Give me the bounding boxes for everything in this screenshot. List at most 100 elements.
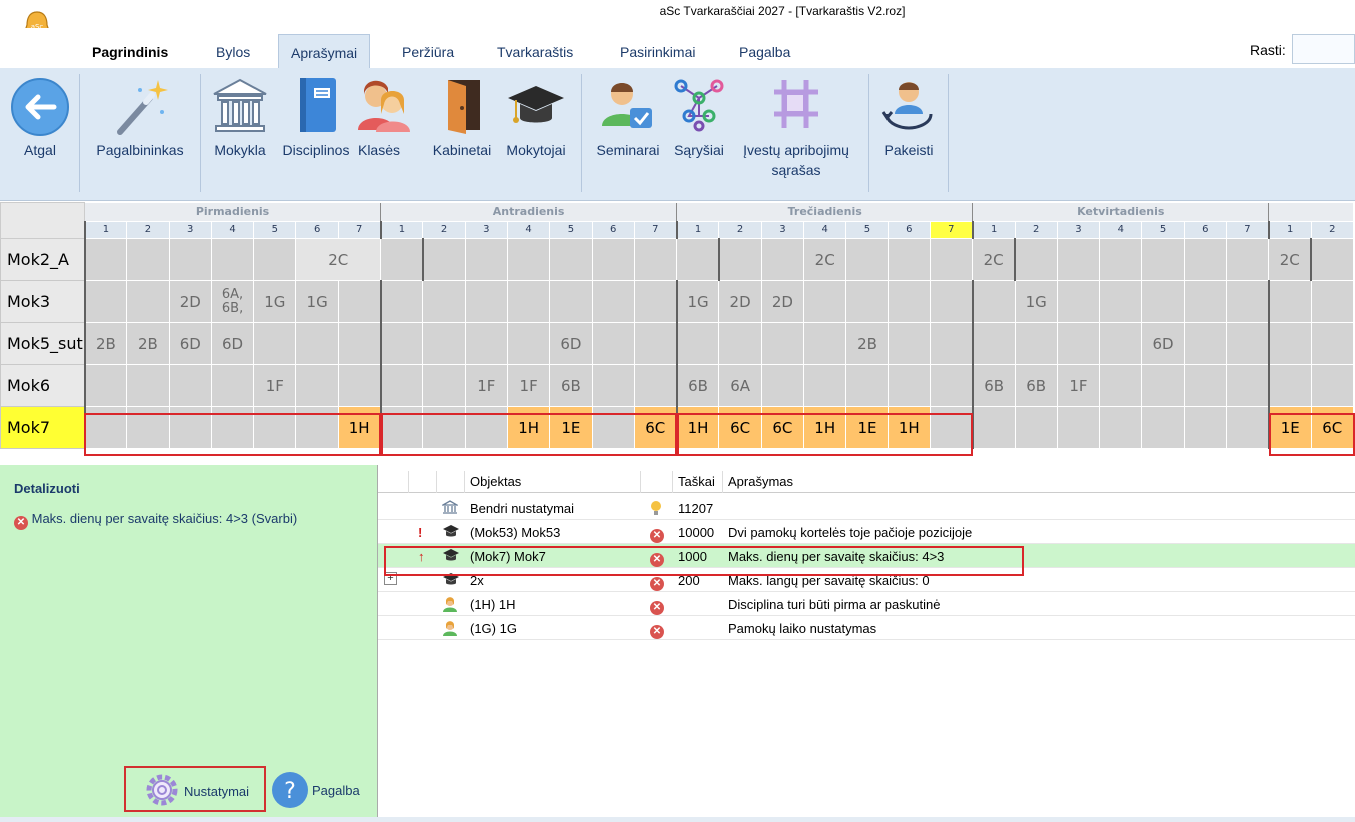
list-item[interactable]: +2x ✕ 200 Maks. langų per savaitę skaičius:… — [378, 568, 1355, 592]
tab-perziura[interactable]: Peržiūra — [402, 44, 454, 60]
empty-slot[interactable] — [1099, 322, 1143, 365]
empty-slot[interactable] — [1267, 322, 1312, 365]
empty-slot[interactable] — [337, 280, 382, 323]
tab-pasirinkimai[interactable]: Pasirinkimai — [620, 44, 695, 60]
expand-toggle[interactable]: + — [384, 572, 397, 585]
empty-slot[interactable] — [845, 238, 889, 281]
list-item[interactable]: Bendri nustatymai 11207 — [378, 496, 1355, 520]
empty-slot[interactable] — [1310, 322, 1354, 365]
empty-slot[interactable] — [126, 238, 170, 281]
header-object[interactable]: Objektas — [470, 474, 521, 489]
lesson-card[interactable]: 2C — [295, 238, 382, 281]
constraints-list-button[interactable]: Įvestų apribojimų sąrašas — [732, 72, 860, 180]
empty-slot[interactable] — [1226, 322, 1270, 365]
lesson-card[interactable]: 1E — [549, 406, 593, 449]
search-input[interactable] — [1292, 34, 1355, 64]
lesson-card[interactable]: 2B — [845, 322, 889, 365]
empty-slot[interactable] — [675, 322, 720, 365]
empty-slot[interactable] — [1099, 280, 1143, 323]
period-header[interactable]: 2 — [718, 220, 762, 239]
relations-button[interactable]: Sąryšiai — [668, 72, 730, 160]
empty-slot[interactable] — [421, 238, 466, 281]
period-header[interactable]: 5 — [253, 220, 297, 239]
empty-slot[interactable] — [1226, 364, 1270, 407]
period-header[interactable]: 5 — [1141, 220, 1185, 239]
empty-slot[interactable] — [929, 406, 974, 449]
empty-slot[interactable] — [803, 364, 847, 407]
empty-slot[interactable] — [549, 280, 593, 323]
empty-slot[interactable] — [633, 364, 678, 407]
empty-slot[interactable] — [1014, 322, 1058, 365]
empty-slot[interactable] — [1141, 238, 1185, 281]
lesson-card[interactable]: 6C — [633, 406, 678, 449]
period-header[interactable]: 7 — [929, 220, 974, 239]
empty-slot[interactable] — [929, 322, 974, 365]
tab-bylos[interactable]: Bylos — [216, 44, 250, 60]
empty-slot[interactable] — [210, 238, 255, 281]
empty-slot[interactable] — [676, 238, 720, 281]
empty-slot[interactable] — [506, 322, 551, 365]
period-header[interactable]: 4 — [803, 220, 847, 239]
period-header[interactable]: 7 — [633, 220, 678, 239]
empty-slot[interactable] — [1267, 280, 1312, 323]
empty-slot[interactable] — [295, 322, 339, 365]
empty-slot[interactable] — [760, 364, 805, 407]
back-button[interactable]: Atgal — [8, 72, 72, 160]
teacher-name-mok2_a[interactable]: Mok2_A — [0, 238, 85, 281]
empty-slot[interactable] — [718, 322, 762, 365]
empty-slot[interactable] — [1310, 364, 1354, 407]
empty-slot[interactable] — [760, 322, 805, 365]
day-header[interactable]: Antradienis — [380, 202, 677, 221]
empty-slot[interactable] — [126, 280, 170, 323]
lesson-card[interactable]: 1G — [253, 280, 297, 323]
empty-slot[interactable] — [1141, 280, 1185, 323]
empty-slot[interactable] — [1183, 238, 1228, 281]
empty-slot[interactable] — [1099, 364, 1143, 407]
lesson-card[interactable]: 1F — [506, 364, 551, 407]
empty-slot[interactable] — [1183, 364, 1228, 407]
wizard-button[interactable]: Pagalbininkas — [88, 72, 192, 160]
rooms-button[interactable]: Kabinetai — [424, 72, 500, 160]
period-header[interactable]: 1 — [1267, 220, 1312, 239]
teacher-name-mok6[interactable]: Mok6 — [0, 364, 85, 407]
empty-slot[interactable] — [887, 280, 931, 323]
lesson-card[interactable]: 1F — [1056, 364, 1101, 407]
lesson-card[interactable]: 6D — [210, 322, 255, 365]
period-header[interactable]: 6 — [887, 220, 931, 239]
empty-slot[interactable] — [422, 406, 466, 449]
empty-slot[interactable] — [168, 364, 212, 407]
empty-slot[interactable] — [295, 364, 339, 407]
lesson-card[interactable]: 1G — [675, 280, 720, 323]
empty-slot[interactable] — [464, 280, 508, 323]
empty-slot[interactable] — [1141, 406, 1185, 449]
empty-slot[interactable] — [380, 238, 424, 281]
empty-slot[interactable] — [253, 238, 297, 281]
empty-slot[interactable] — [1014, 406, 1058, 449]
day-header[interactable]: Ketvirtadienis — [972, 202, 1269, 221]
period-header[interactable]: 1 — [379, 220, 424, 239]
lesson-card[interactable]: 2D — [718, 280, 762, 323]
empty-slot[interactable] — [337, 364, 382, 407]
teachers-button[interactable]: Mokytojai — [498, 72, 574, 160]
empty-slot[interactable] — [591, 364, 635, 407]
empty-slot[interactable] — [971, 406, 1016, 449]
lesson-card[interactable]: 1H — [506, 406, 551, 449]
empty-slot[interactable] — [1226, 406, 1270, 449]
empty-slot[interactable] — [1056, 322, 1101, 365]
period-header[interactable]: 2 — [422, 220, 466, 239]
empty-slot[interactable] — [295, 406, 339, 449]
empty-slot[interactable] — [1141, 364, 1185, 407]
lesson-card[interactable]: 1F — [253, 364, 297, 407]
lesson-card[interactable]: 6B — [971, 364, 1016, 407]
period-header[interactable]: 3 — [1056, 220, 1101, 239]
empty-slot[interactable] — [887, 238, 931, 281]
period-header[interactable]: 4 — [210, 220, 255, 239]
period-header[interactable]: 3 — [760, 220, 805, 239]
lesson-card[interactable]: 2D — [168, 280, 212, 323]
period-header[interactable]: 4 — [1099, 220, 1143, 239]
list-item[interactable]: (1H) 1H ✕ Disciplina turi būti pirma ar pa… — [378, 592, 1355, 616]
empty-slot[interactable] — [971, 322, 1016, 365]
empty-slot[interactable] — [1310, 238, 1354, 281]
empty-slot[interactable] — [845, 364, 889, 407]
empty-slot[interactable] — [1267, 364, 1312, 407]
